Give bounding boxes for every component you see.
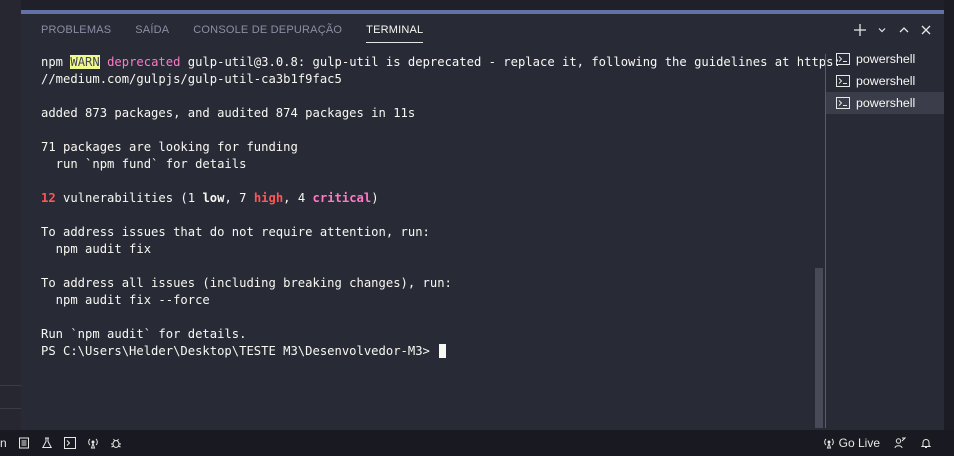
terminal-line: //medium.com/gulpjs/gulp-util-ca3b1f9fac… [41,72,342,86]
terminal-line: npm audit fix [41,242,152,256]
broadcast-icon [823,438,834,449]
chevron-up-icon [899,27,909,33]
plus-icon [854,24,866,36]
bell-icon [920,439,932,448]
warn-message: gulp-util@3.0.8: gulp-util is deprecated… [187,55,841,69]
vuln-low: low [202,191,225,205]
terminal-instance-3[interactable]: powershell [826,92,944,114]
terminal-line: npm WARN deprecated gulp-util@3.0.8: gul… [41,54,841,71]
terminal-line-empty [41,88,811,105]
terminal-icon [836,53,850,65]
terminal-line-vulnerabilities: 12 vulnerabilities (1 low, 7 high, 4 cri… [41,190,811,207]
vuln-critical: critical [312,191,372,205]
divider [0,385,21,386]
terminal-instance-label: powershell [856,74,916,88]
divider [0,408,21,409]
panel-tabs: PROBLEMAS SAÍDA CONSOLE DE DEPURAÇÃO TER… [41,24,424,43]
terminal-line-empty [41,258,811,275]
text-cursor [439,344,447,358]
go-live-button[interactable]: Go Live [823,430,880,456]
database-icon [18,437,29,449]
left-sidebar-edge [0,0,21,430]
tab-terminal[interactable]: TERMINAL [366,24,424,43]
tab-output[interactable]: SAÍDA [135,24,169,43]
vuln-text: , 7 [224,191,254,205]
terminal-line: added 873 packages, and audited 874 pack… [41,106,416,120]
terminal-output[interactable]: npm WARN deprecated gulp-util@3.0.8: gul… [41,54,841,414]
person-feedback-icon [894,437,906,449]
terminal-line-empty [41,207,811,224]
status-bar-right: Go Live [823,430,932,456]
status-bar: n Go Live [0,430,954,456]
panel-top-border [21,10,944,14]
terminal-line-empty [41,122,811,139]
vertical-scrollbar[interactable] [815,268,823,428]
terminal-instances-list: powershell powershell powershell [826,48,944,114]
terminal-dropdown-button[interactable] [874,22,890,38]
terminal-instance-2[interactable]: powershell [826,70,944,92]
feedback-button[interactable] [894,430,906,456]
terminal-line: run `npm fund` for details [41,157,247,171]
terminal-line: To address all issues (including breakin… [41,276,452,290]
warn-tag: WARN [70,55,100,69]
notifications-button[interactable] [920,430,932,456]
terminal-icon [836,75,850,87]
vuln-high: high [253,191,284,205]
vuln-text: ) [371,191,379,205]
status-item-truncated[interactable]: n [0,430,7,456]
go-live-label: Go Live [838,436,880,450]
chevron-down-icon [878,28,886,33]
status-broadcast-button[interactable] [87,430,99,456]
terminal-prompt-line: PS C:\Users\Helder\Desktop\TESTE M3\Dese… [41,343,811,360]
status-debug-button[interactable] [110,430,122,456]
new-terminal-button[interactable] [852,22,868,38]
terminal-panel: PROBLEMAS SAÍDA CONSOLE DE DEPURAÇÃO TER… [21,10,944,430]
terminal-icon [836,97,850,109]
panel-actions [852,22,934,38]
close-panel-button[interactable] [918,22,934,38]
flask-icon [41,437,52,448]
terminal-instance-1[interactable]: powershell [826,48,944,70]
tab-debug-console[interactable]: CONSOLE DE DEPURAÇÃO [193,24,342,43]
terminal-line: 71 packages are looking for funding [41,140,298,154]
status-terminal-button[interactable] [63,430,76,456]
right-edge [944,0,954,430]
prompt: PS C:\Users\Helder\Desktop\TESTE M3\Dese… [41,344,430,358]
terminal-instance-label: powershell [856,52,916,66]
status-bar-left: n [0,430,122,456]
broadcast-icon [87,438,98,449]
terminal-line: Run `npm audit` for details. [41,327,247,341]
terminal-line: To address issues that do not require at… [41,225,430,239]
status-database-button[interactable] [18,430,30,456]
tab-problems[interactable]: PROBLEMAS [41,24,111,43]
bug-icon [110,438,121,448]
terminal-line-empty [41,173,811,190]
terminal-icon [63,437,76,449]
deprecated-label: deprecated [107,55,181,69]
close-icon [921,25,931,35]
terminal-line: npm audit fix --force [41,293,210,307]
vuln-count: 12 [41,191,56,205]
terminal-line-empty [41,309,811,326]
vuln-text: vulnerabilities (1 [55,191,203,205]
status-flask-button[interactable] [41,430,53,456]
terminal-instance-label: powershell [856,96,916,110]
maximize-panel-button[interactable] [896,22,912,38]
vuln-text: , 4 [283,191,313,205]
npm-prefix: npm [41,55,71,69]
